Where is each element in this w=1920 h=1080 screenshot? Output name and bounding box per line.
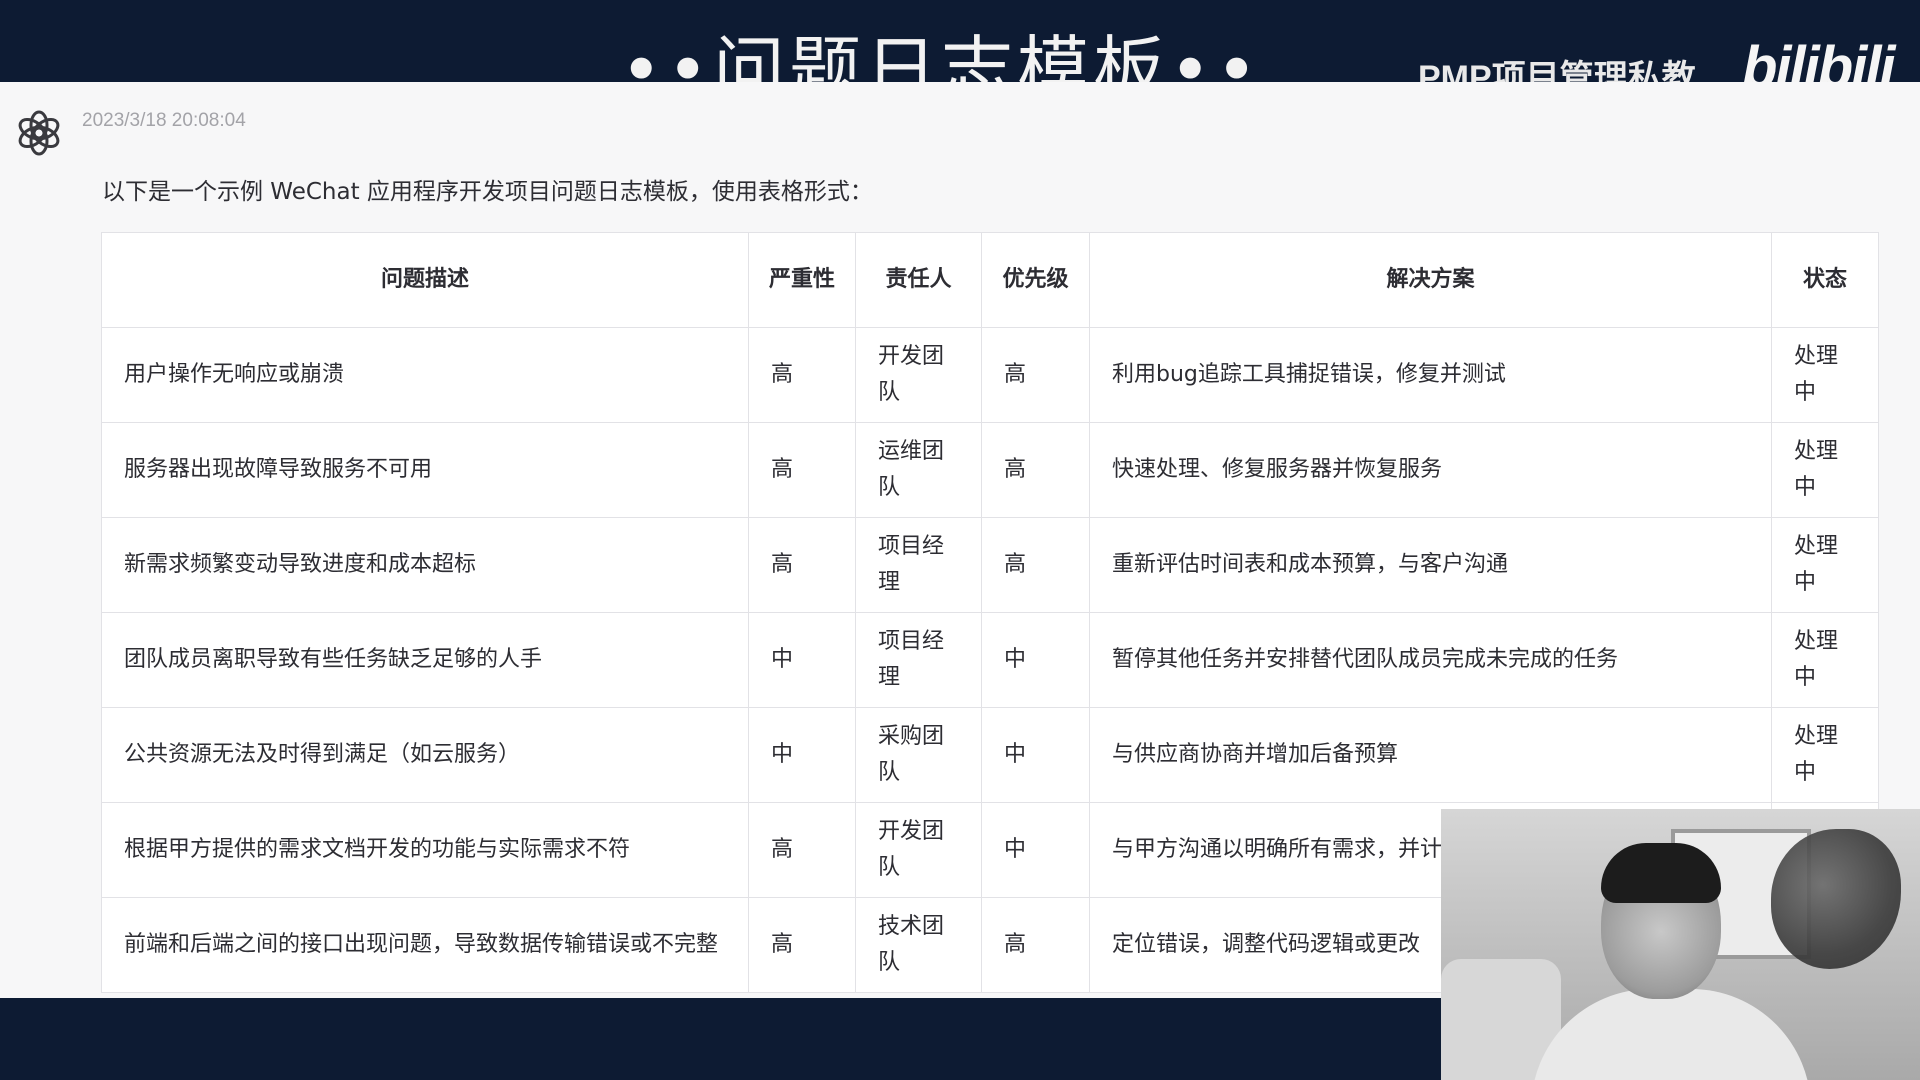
cell-priority: 中 xyxy=(981,707,1090,803)
cell-priority: 高 xyxy=(981,327,1090,423)
cell-description: 团队成员离职导致有些任务缺乏足够的人手 xyxy=(101,612,749,708)
presenter-hair xyxy=(1601,843,1721,903)
cell-priority: 中 xyxy=(981,612,1090,708)
cell-solution: 利用bug追踪工具捕捉错误，修复并测试 xyxy=(1089,327,1772,423)
cell-severity: 中 xyxy=(748,707,856,803)
cell-severity: 中 xyxy=(748,612,856,708)
cell-status: 处理中 xyxy=(1771,612,1879,708)
header-severity: 严重性 xyxy=(748,232,856,328)
header-status: 状态 xyxy=(1771,232,1879,328)
cell-solution: 与供应商协商并增加后备预算 xyxy=(1089,707,1772,803)
cell-priority: 中 xyxy=(981,802,1090,898)
cell-description: 用户操作无响应或崩溃 xyxy=(101,327,749,423)
presenter-webcam-overlay xyxy=(1441,809,1920,1080)
cell-description: 服务器出现故障导致服务不可用 xyxy=(101,422,749,518)
banner-brand: PMP项目管理私教 xyxy=(1418,59,1696,82)
video-banner: ••问题日志模板•• PMP项目管理私教 bilibili xyxy=(0,0,1920,82)
cell-solution: 重新评估时间表和成本预算，与客户沟通 xyxy=(1089,517,1772,613)
bilibili-logo: bilibili xyxy=(1742,35,1896,82)
cell-severity: 高 xyxy=(748,802,856,898)
cell-owner: 项目经理 xyxy=(855,517,982,613)
header-description: 问题描述 xyxy=(101,232,749,328)
table-row: 公共资源无法及时得到满足（如云服务） 中 采购团队 中 与供应商协商并增加后备预… xyxy=(101,707,1879,803)
cell-owner: 运维团队 xyxy=(855,422,982,518)
cell-description: 公共资源无法及时得到满足（如云服务） xyxy=(101,707,749,803)
cell-priority: 高 xyxy=(981,517,1090,613)
cell-owner: 项目经理 xyxy=(855,612,982,708)
table-row: 服务器出现故障导致服务不可用 高 运维团队 高 快速处理、修复服务器并恢复服务 … xyxy=(101,422,1879,518)
cell-solution: 暂停其他任务并安排替代团队成员完成未完成的任务 xyxy=(1089,612,1772,708)
cell-severity: 高 xyxy=(748,897,856,993)
cell-description: 新需求频繁变动导致进度和成本超标 xyxy=(101,517,749,613)
table-row: 团队成员离职导致有些任务缺乏足够的人手 中 项目经理 中 暂停其他任务并安排替代… xyxy=(101,612,1879,708)
cell-status: 处理中 xyxy=(1771,517,1879,613)
cell-description: 前端和后端之间的接口出现问题，导致数据传输错误或不完整 xyxy=(101,897,749,993)
cell-status: 处理中 xyxy=(1771,707,1879,803)
header-solution: 解决方案 xyxy=(1089,232,1772,328)
cell-severity: 高 xyxy=(748,422,856,518)
table-row: 用户操作无响应或崩溃 高 开发团队 高 利用bug追踪工具捕捉错误，修复并测试 … xyxy=(101,327,1879,423)
message-timestamp: 2023/3/18 20:08:04 xyxy=(82,110,246,131)
cell-owner: 采购团队 xyxy=(855,707,982,803)
header-owner: 责任人 xyxy=(855,232,982,328)
message-intro-text: 以下是一个示例 WeChat 应用程序开发项目问题日志模板，使用表格形式： xyxy=(102,179,873,205)
cell-priority: 高 xyxy=(981,897,1090,993)
banner-title: ••问题日志模板•• xyxy=(620,28,1262,82)
table-header-row: 问题描述 严重性 责任人 优先级 解决方案 状态 xyxy=(101,232,1879,328)
cell-severity: 高 xyxy=(748,327,856,423)
cell-severity: 高 xyxy=(748,517,856,613)
cell-description: 根据甲方提供的需求文档开发的功能与实际需求不符 xyxy=(101,802,749,898)
openai-logo-icon xyxy=(18,110,60,156)
cell-status: 处理中 xyxy=(1771,422,1879,518)
header-priority: 优先级 xyxy=(981,232,1090,328)
cell-solution: 快速处理、修复服务器并恢复服务 xyxy=(1089,422,1772,518)
table-row: 新需求频繁变动导致进度和成本超标 高 项目经理 高 重新评估时间表和成本预算，与… xyxy=(101,517,1879,613)
cell-owner: 开发团队 xyxy=(855,327,982,423)
cell-priority: 高 xyxy=(981,422,1090,518)
cell-owner: 技术团队 xyxy=(855,897,982,993)
cell-status: 处理中 xyxy=(1771,327,1879,423)
cell-owner: 开发团队 xyxy=(855,802,982,898)
